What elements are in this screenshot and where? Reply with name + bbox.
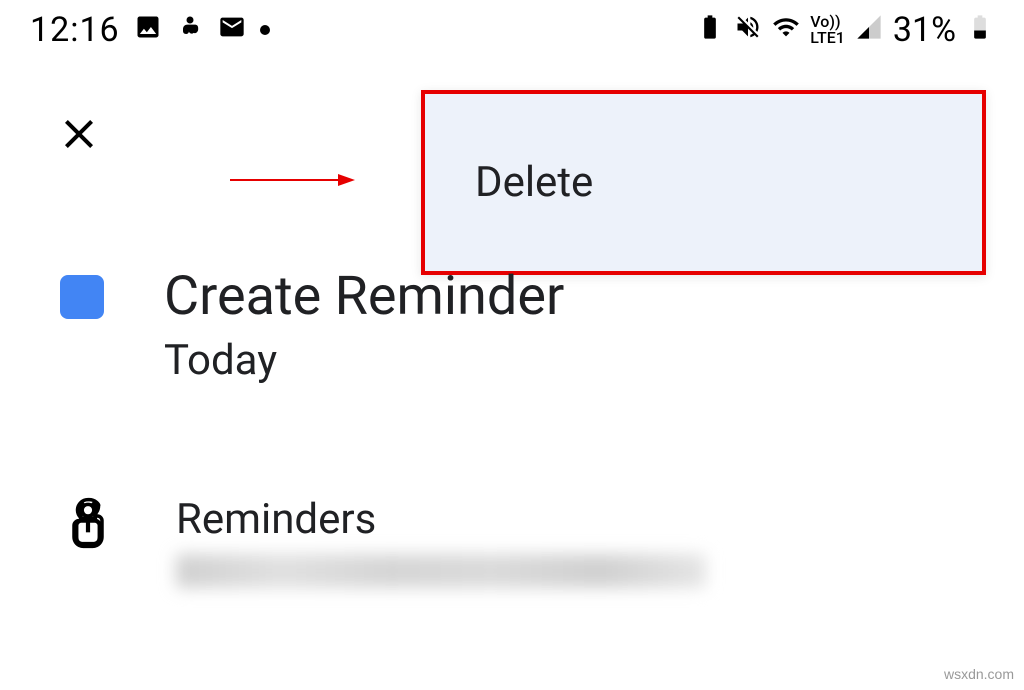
network-label: Vo))LTE1 bbox=[810, 14, 845, 46]
reminder-hand-icon bbox=[60, 495, 116, 555]
reminder-title: Create Reminder bbox=[164, 265, 564, 328]
status-bar-left: 12:16 bbox=[30, 10, 270, 50]
signal-icon bbox=[855, 11, 883, 49]
watermark: wsxdn.com bbox=[944, 666, 1014, 682]
delete-menu-item[interactable]: Delete bbox=[475, 158, 593, 207]
reminder-date: Today bbox=[164, 336, 564, 385]
close-button[interactable] bbox=[55, 110, 103, 158]
reminder-text-block: Create Reminder Today bbox=[164, 265, 564, 385]
battery-percent: 31% bbox=[893, 10, 956, 50]
wifi-icon bbox=[772, 11, 800, 49]
status-time: 12:16 bbox=[30, 10, 120, 50]
context-menu: Delete bbox=[421, 90, 986, 275]
reminder-details: Create Reminder Today bbox=[60, 265, 564, 385]
reminder-color-indicator bbox=[60, 275, 104, 319]
image-icon bbox=[134, 11, 162, 49]
close-icon bbox=[55, 110, 103, 158]
account-text-block: Reminders bbox=[176, 495, 706, 588]
status-bar-right: Vo))LTE1 31% bbox=[696, 10, 994, 50]
person-icon bbox=[176, 11, 204, 49]
account-label: Reminders bbox=[176, 495, 706, 544]
notification-dot-icon bbox=[260, 25, 270, 35]
battery-saver-icon bbox=[696, 11, 724, 49]
arrow-annotation bbox=[230, 170, 355, 190]
account-section: Reminders bbox=[60, 495, 706, 588]
battery-icon bbox=[966, 11, 994, 49]
gmail-icon bbox=[218, 11, 246, 49]
status-bar: 12:16 Vo))LTE1 31% bbox=[0, 0, 1024, 60]
mute-vibrate-icon bbox=[734, 11, 762, 49]
account-email-blurred bbox=[176, 554, 706, 588]
